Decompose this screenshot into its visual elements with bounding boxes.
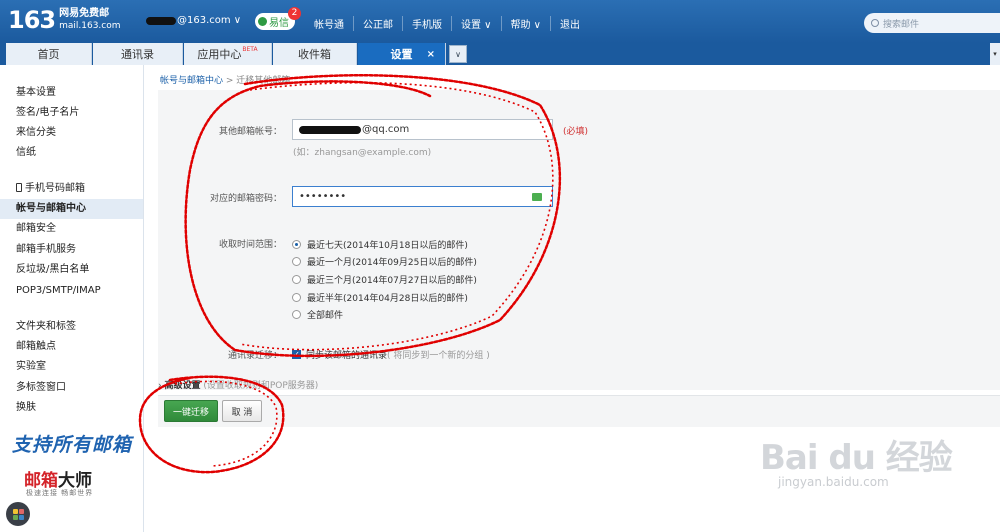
range-option-7days[interactable]: 最近七天(2014年10月18日以后的邮件) [292, 238, 468, 251]
account-menu[interactable]: @163.com ∨ [146, 15, 241, 26]
search-input[interactable]: 搜索邮件 [864, 13, 1000, 33]
right-dropdown-icon[interactable]: ▾ [990, 43, 1000, 65]
range-option-1month[interactable]: 最近一个月(2014年09月25日以后的邮件) [292, 255, 477, 268]
range-label: 收取时间范围： [218, 240, 282, 250]
redacted-username [146, 16, 176, 25]
radio-button[interactable] [292, 293, 301, 302]
sidebar-item-stationery[interactable]: 信纸 [0, 143, 143, 163]
sidebar-item-touchpoints[interactable]: 邮箱触点 [0, 337, 143, 357]
search-icon [871, 19, 879, 27]
link-help[interactable]: 帮助 ∨ [500, 16, 551, 31]
sidebar-item-signature[interactable]: 签名/电子名片 [0, 103, 143, 123]
beta-badge: BETA [242, 45, 258, 53]
password-field[interactable]: •••••••• [292, 186, 553, 207]
link-mobile[interactable]: 手机版 [402, 16, 451, 31]
required-mark: (必填) [563, 127, 589, 137]
email-value: @qq.com [362, 124, 410, 135]
radio-button[interactable] [292, 310, 301, 319]
sidebar-item-skin[interactable]: 换肤 [0, 398, 143, 418]
breadcrumb-current: 迁移其他邮箱 [236, 76, 291, 86]
tab-inbox[interactable]: 收件箱 [273, 43, 357, 65]
sidebar-item-security[interactable]: 邮箱安全 [0, 219, 143, 239]
sidebar-item-phone-mail[interactable]: 手机号码邮箱 [0, 179, 143, 199]
tab-bar: 首页 通讯录 应用中心 BETA 收件箱 设置 × ∨ [0, 43, 1000, 65]
range-option-6months[interactable]: 最近半年(2014年04月28日以后的邮件) [292, 291, 468, 304]
logo-title: 网易免费邮 [59, 8, 110, 19]
range-option-all[interactable]: 全部邮件 [292, 308, 343, 321]
keyboard-icon[interactable] [532, 193, 542, 201]
sidebar-item-filters[interactable]: 来信分类 [0, 123, 143, 143]
sidebar-item-mobile-service[interactable]: 邮箱手机服务 [0, 240, 143, 260]
watermark-url: jingyan.baidu.com [778, 475, 889, 489]
link-logout[interactable]: 退出 [550, 16, 589, 31]
tab-contacts[interactable]: 通讯录 [93, 43, 183, 65]
tab-app-center[interactable]: 应用中心 BETA [184, 43, 272, 65]
email-label: 其他邮箱帐号： [218, 127, 282, 137]
watermark-logo: Bai du 经验 [760, 438, 953, 478]
advanced-settings-toggle[interactable]: › 高级设置 (设置收取规则和POP服务器) [158, 378, 1000, 392]
radio-button[interactable] [292, 275, 301, 284]
close-tab-icon[interactable]: × [427, 49, 435, 60]
button-bar [158, 395, 1000, 427]
email-field[interactable]: @qq.com [292, 119, 553, 140]
top-header: 163 网易免费邮 mail.163.com @163.com ∨ 易信 2 帐… [0, 0, 1000, 43]
migrate-button[interactable]: 一键迁移 [164, 400, 218, 422]
link-account-pass[interactable]: 帐号通 [305, 16, 353, 31]
account-domain: @163.com ∨ [177, 15, 242, 26]
yixin-label: 易信 [269, 18, 289, 29]
contacts-sync-option[interactable]: ✓ 同步该邮箱的通讯录( 将同步到一个新的分组 ) [292, 348, 490, 361]
range-option-3months[interactable]: 最近三个月(2014年07月27日以后的邮件) [292, 273, 477, 286]
link-settings[interactable]: 设置 ∨ [451, 16, 501, 31]
apps-button[interactable] [6, 502, 30, 526]
sidebar-item-lab[interactable]: 实验室 [0, 357, 143, 377]
tab-dropdown-button[interactable]: ∨ [449, 45, 467, 63]
yixin-icon [258, 17, 267, 26]
phone-icon [16, 183, 22, 192]
promo-slogan[interactable]: 支持所有邮箱 [12, 430, 132, 457]
logo[interactable]: 163 网易免费邮 mail.163.com [8, 6, 121, 34]
contacts-label: 通讯录迁移： [227, 351, 282, 361]
apps-icon [12, 508, 24, 520]
breadcrumb-root[interactable]: 帐号与邮箱中心 [160, 76, 223, 86]
search-placeholder: 搜索邮件 [883, 19, 920, 30]
promo-tagline: 极速连接 畅邮世界 [26, 489, 94, 497]
email-hint: (如：zhangsan@example.com) [293, 148, 432, 158]
sidebar-item-basic[interactable]: 基本设置 [0, 83, 143, 103]
top-links: 帐号通 公正邮 手机版 设置 ∨ 帮助 ∨ 退出 [305, 16, 589, 31]
redacted-email [299, 125, 361, 134]
settings-sidebar: 基本设置 签名/电子名片 来信分类 信纸 手机号码邮箱 帐号与邮箱中心 邮箱安全… [0, 65, 144, 532]
sidebar-item-account-center[interactable]: 帐号与邮箱中心 [0, 199, 143, 219]
logo-number: 163 [8, 6, 56, 34]
link-fair-mail[interactable]: 公正邮 [353, 16, 402, 31]
password-label: 对应的邮箱密码： [209, 194, 282, 204]
checkbox-checked[interactable]: ✓ [292, 350, 301, 359]
sidebar-item-multitab[interactable]: 多标签窗口 [0, 378, 143, 398]
cancel-button[interactable]: 取 消 [222, 400, 262, 422]
logo-domain: mail.163.com [59, 21, 121, 31]
sidebar-item-antispam[interactable]: 反垃圾/黑白名单 [0, 260, 143, 280]
tab-home[interactable]: 首页 [6, 43, 92, 65]
baidu-watermark: Bai du 经验 jingyan.baidu.com [760, 430, 953, 489]
radio-button[interactable] [292, 257, 301, 266]
radio-button[interactable] [292, 240, 301, 249]
sidebar-item-folders[interactable]: 文件夹和标签 [0, 317, 143, 337]
breadcrumb: 帐号与邮箱中心 > 迁移其他邮箱 [160, 76, 291, 86]
password-value: •••••••• [299, 191, 347, 202]
yixin-badge: 2 [288, 7, 301, 20]
sidebar-item-pop3[interactable]: POP3/SMTP/IMAP [0, 281, 143, 301]
tab-settings[interactable]: 设置 × [358, 43, 446, 65]
